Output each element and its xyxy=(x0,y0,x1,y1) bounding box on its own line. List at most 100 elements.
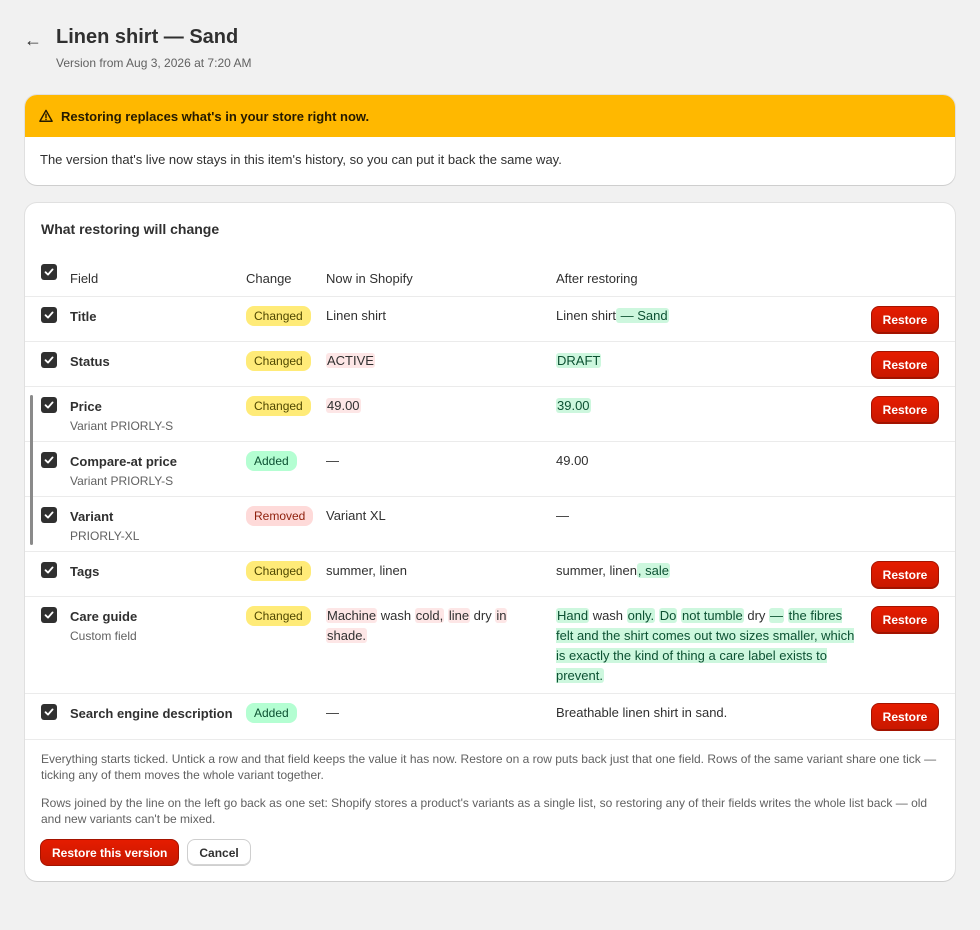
change-badge: Changed xyxy=(246,606,311,626)
select-all-checkbox[interactable] xyxy=(41,264,57,280)
row-checkbox[interactable] xyxy=(41,507,57,523)
warning-banner: Restoring replaces what's in your store … xyxy=(25,95,955,185)
text-segment: Linen shirt xyxy=(556,308,616,323)
text-segment: 49.00 xyxy=(556,453,589,468)
field-name: Variant xyxy=(70,509,114,524)
text-segment: Variant XL xyxy=(326,508,386,523)
removed-text: 49.00 xyxy=(326,398,361,413)
cancel-button[interactable]: Cancel xyxy=(187,839,251,866)
added-text: not tumble xyxy=(681,608,744,623)
field-subtitle: PRIORLY-XL xyxy=(70,529,140,543)
field-name: Title xyxy=(70,309,97,324)
table-row: Tags Changed summer, linen summer, linen, s… xyxy=(25,552,955,597)
checkmark-icon xyxy=(44,708,54,716)
row-checkbox[interactable] xyxy=(41,607,57,623)
removed-text: Machine xyxy=(326,608,378,623)
form-actions: Restore this version Cancel xyxy=(40,839,251,866)
warning-triangle-icon xyxy=(39,109,53,122)
help-note: Everything starts ticked. Untick a row a… xyxy=(41,752,937,782)
table-row: Title Changed Linen shirt Linen shirt — San… xyxy=(25,297,955,342)
now-value: Variant XL xyxy=(326,506,541,526)
checkmark-icon xyxy=(44,401,54,409)
after-value: — xyxy=(556,506,856,526)
checkmark-icon xyxy=(44,311,54,319)
row-checkbox[interactable] xyxy=(41,397,57,413)
text-segment: Breathable linen shirt in sand. xyxy=(556,705,728,720)
added-text: Do xyxy=(658,608,678,623)
restore-title-button[interactable]: Restore xyxy=(871,306,939,334)
after-value: 39.00 xyxy=(556,396,856,416)
changes-card: What restoring will change Field Change … xyxy=(25,203,955,881)
now-value: — xyxy=(326,703,541,723)
restore-status-button[interactable]: Restore xyxy=(871,351,939,379)
checkmark-icon xyxy=(44,511,54,519)
added-text: DRAFT xyxy=(556,353,602,368)
added-text: — Sand xyxy=(615,308,669,323)
added-text: — xyxy=(769,608,785,623)
now-value: Machine wash cold, line dry in shade. xyxy=(326,606,541,646)
text-segment: Linen shirt xyxy=(326,308,386,323)
table-row: Status Changed ACTIVE DRAFT Restore xyxy=(25,342,955,387)
now-value: ACTIVE xyxy=(326,351,541,371)
added-text: Hand xyxy=(556,608,590,623)
table-row: Variant PRIORLY-XL Removed Variant XL — xyxy=(25,497,955,552)
text-segment: wash xyxy=(377,608,415,623)
field-name: Search engine description xyxy=(70,706,233,721)
removed-text: line xyxy=(447,608,471,623)
row-checkbox[interactable] xyxy=(41,307,57,323)
added-text: , sale xyxy=(636,563,670,578)
banner-heading-bar: Restoring replaces what's in your store … xyxy=(25,95,955,137)
row-checkbox[interactable] xyxy=(41,704,57,720)
changes-title: What restoring will change xyxy=(41,221,220,237)
removed-text: shade. xyxy=(326,628,368,643)
column-header-field: Field xyxy=(70,271,99,286)
after-value: DRAFT xyxy=(556,351,856,371)
back-button[interactable]: ← xyxy=(24,28,52,52)
row-checkbox[interactable] xyxy=(41,452,57,468)
row-checkbox[interactable] xyxy=(41,352,57,368)
now-value: summer, linen xyxy=(326,561,541,581)
text-segment: — xyxy=(326,453,339,468)
restore-version-button[interactable]: Restore this version xyxy=(40,839,180,866)
arrow-left-icon: ← xyxy=(24,30,42,50)
added-text: only. xyxy=(626,608,656,623)
now-value: Linen shirt xyxy=(326,306,541,326)
field-name: Tags xyxy=(70,564,100,579)
text-segment: — xyxy=(556,508,569,523)
restore-tags-button[interactable]: Restore xyxy=(871,561,939,589)
now-value: 49.00 xyxy=(326,396,541,416)
field-subtitle: Variant PRIORLY-S xyxy=(70,474,174,488)
restore-price-button[interactable]: Restore xyxy=(871,396,939,424)
removed-text: cold, xyxy=(414,608,445,623)
text-segment: summer, linen xyxy=(326,563,407,578)
change-badge: Changed xyxy=(246,351,311,371)
row-checkbox[interactable] xyxy=(41,562,57,578)
change-badge: Changed xyxy=(246,561,311,581)
text-segment: dry xyxy=(470,608,496,623)
checkmark-icon xyxy=(44,456,54,464)
banner-heading: Restoring replaces what's in your store … xyxy=(61,108,370,124)
change-badge: Changed xyxy=(246,396,311,416)
field-name: Price xyxy=(70,399,102,414)
table-row: Compare-at price Variant PRIORLY-S Added — 4… xyxy=(25,442,955,497)
field-subtitle: Custom field xyxy=(70,629,137,643)
column-header-change: Change xyxy=(246,271,292,286)
checkmark-icon xyxy=(44,566,54,574)
variant-group-line xyxy=(30,395,33,545)
column-header-after: After restoring xyxy=(556,271,638,286)
after-value: Linen shirt — Sand xyxy=(556,306,856,326)
change-badge: Removed xyxy=(246,506,314,526)
change-badge: Added xyxy=(246,451,297,471)
checkmark-icon xyxy=(44,611,54,619)
removed-text: ACTIVE xyxy=(326,353,375,368)
restore-care-guide-button[interactable]: Restore xyxy=(871,606,939,634)
table-header: Field Change Now in Shopify After restor… xyxy=(25,255,955,297)
restore-search-engine-description-button[interactable]: Restore xyxy=(871,703,939,731)
added-text: 39.00 xyxy=(556,398,591,413)
text-segment: wash xyxy=(589,608,627,623)
checkmark-icon xyxy=(44,356,54,364)
help-note: Rows joined by the line on the left go b… xyxy=(41,796,928,826)
checkmark-icon xyxy=(44,268,54,276)
text-segment: dry xyxy=(743,608,770,623)
help-notes: Everything starts ticked. Untick a row a… xyxy=(41,751,941,839)
